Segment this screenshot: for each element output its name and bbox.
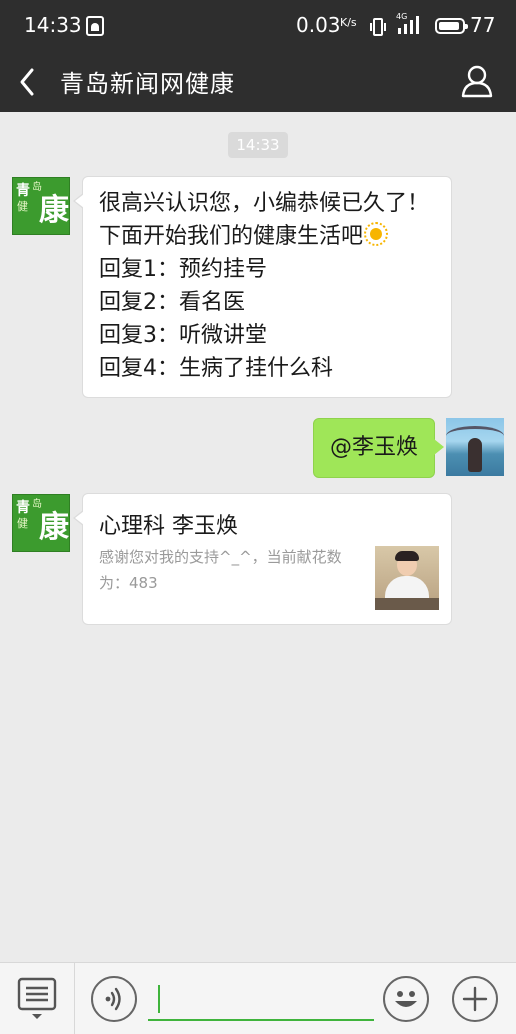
user-avatar[interactable] — [446, 418, 504, 476]
emoji-button[interactable] — [383, 976, 429, 1022]
voice-icon — [105, 987, 121, 1011]
doctor-card-description: 感谢您对我的支持^_^，当前献花数为：483 — [99, 548, 342, 592]
avatar-char: 岛 — [32, 499, 42, 510]
message-line: 回复3：听微讲堂 — [99, 323, 267, 348]
doctor-card[interactable]: 心理科 李玉焕 感谢您对我的支持^_^，当前献花数为：483 — [73, 493, 452, 625]
message-line: 回复4：生病了挂什么科 — [99, 356, 333, 381]
chat-timestamp: 14:33 — [228, 132, 288, 158]
message-line: 很高兴认识您，小编恭候已久了！ — [99, 191, 430, 216]
bot-avatar[interactable]: 青 岛 健 康 — [12, 177, 70, 235]
profile-button[interactable] — [460, 64, 494, 98]
voice-button[interactable] — [91, 976, 137, 1022]
menu-toggle-button[interactable] — [0, 963, 75, 1034]
notification-icon — [86, 16, 104, 36]
title-bar: 青岛新闻网健康 — [0, 52, 516, 112]
smiley-icon — [395, 991, 417, 1007]
plus-icon — [462, 986, 488, 1012]
battery-icon — [435, 18, 468, 34]
menu-list-icon — [17, 977, 57, 1019]
chat-area[interactable]: 14:33 青 岛 健 康 很高兴认识您，小编恭候已久了！ 下面开始我们的健康生… — [0, 112, 516, 962]
message-input[interactable] — [148, 977, 374, 1021]
back-button[interactable] — [12, 62, 46, 102]
message-line: 下面开始我们的健康生活吧 — [99, 220, 435, 253]
sun-emoji-icon — [363, 221, 389, 247]
avatar-char: 健 — [17, 517, 28, 530]
person-icon — [461, 65, 493, 98]
page-title: 青岛新闻网健康 — [60, 70, 235, 98]
avatar-char: 青 — [16, 500, 30, 516]
bot-avatar[interactable]: 青 岛 健 康 — [12, 494, 70, 552]
avatar-char: 青 — [16, 183, 30, 199]
welcome-message-bubble[interactable]: 很高兴认识您，小编恭候已久了！ 下面开始我们的健康生活吧 回复1：预约挂号 回复… — [73, 176, 452, 398]
input-bar — [0, 962, 516, 1034]
chat-screen: 14:33 0.03 K/s 4G 77 青岛新闻网健康 14:33 青 岛 健… — [0, 0, 516, 1034]
message-line: 回复2：看名医 — [99, 290, 245, 315]
network-speed: 0.03 — [296, 13, 341, 37]
user-message-bubble[interactable]: @李玉焕 — [313, 418, 444, 478]
photo-detail — [395, 551, 419, 561]
signal-icon — [398, 16, 419, 34]
avatar-char: 岛 — [32, 182, 42, 193]
back-arrow-icon — [20, 68, 34, 96]
avatar-char: 康 — [39, 193, 69, 228]
message-line: 回复1：预约挂号 — [99, 257, 267, 282]
doctor-photo — [375, 546, 439, 610]
status-time: 14:33 — [24, 13, 82, 37]
battery-level: 77 — [470, 13, 496, 37]
avatar-char: 康 — [39, 510, 69, 545]
vibrate-icon — [370, 18, 386, 36]
more-button[interactable] — [452, 976, 498, 1022]
network-speed-unit: K/s — [340, 16, 357, 29]
avatar-photo-detail — [468, 438, 482, 472]
text-cursor — [158, 985, 160, 1013]
photo-detail — [375, 598, 439, 610]
status-bar: 14:33 0.03 K/s 4G 77 — [0, 0, 516, 52]
avatar-char: 健 — [17, 200, 28, 213]
message-text: 下面开始我们的健康生活吧 — [99, 224, 364, 249]
doctor-card-title: 心理科 李玉焕 — [99, 514, 238, 539]
